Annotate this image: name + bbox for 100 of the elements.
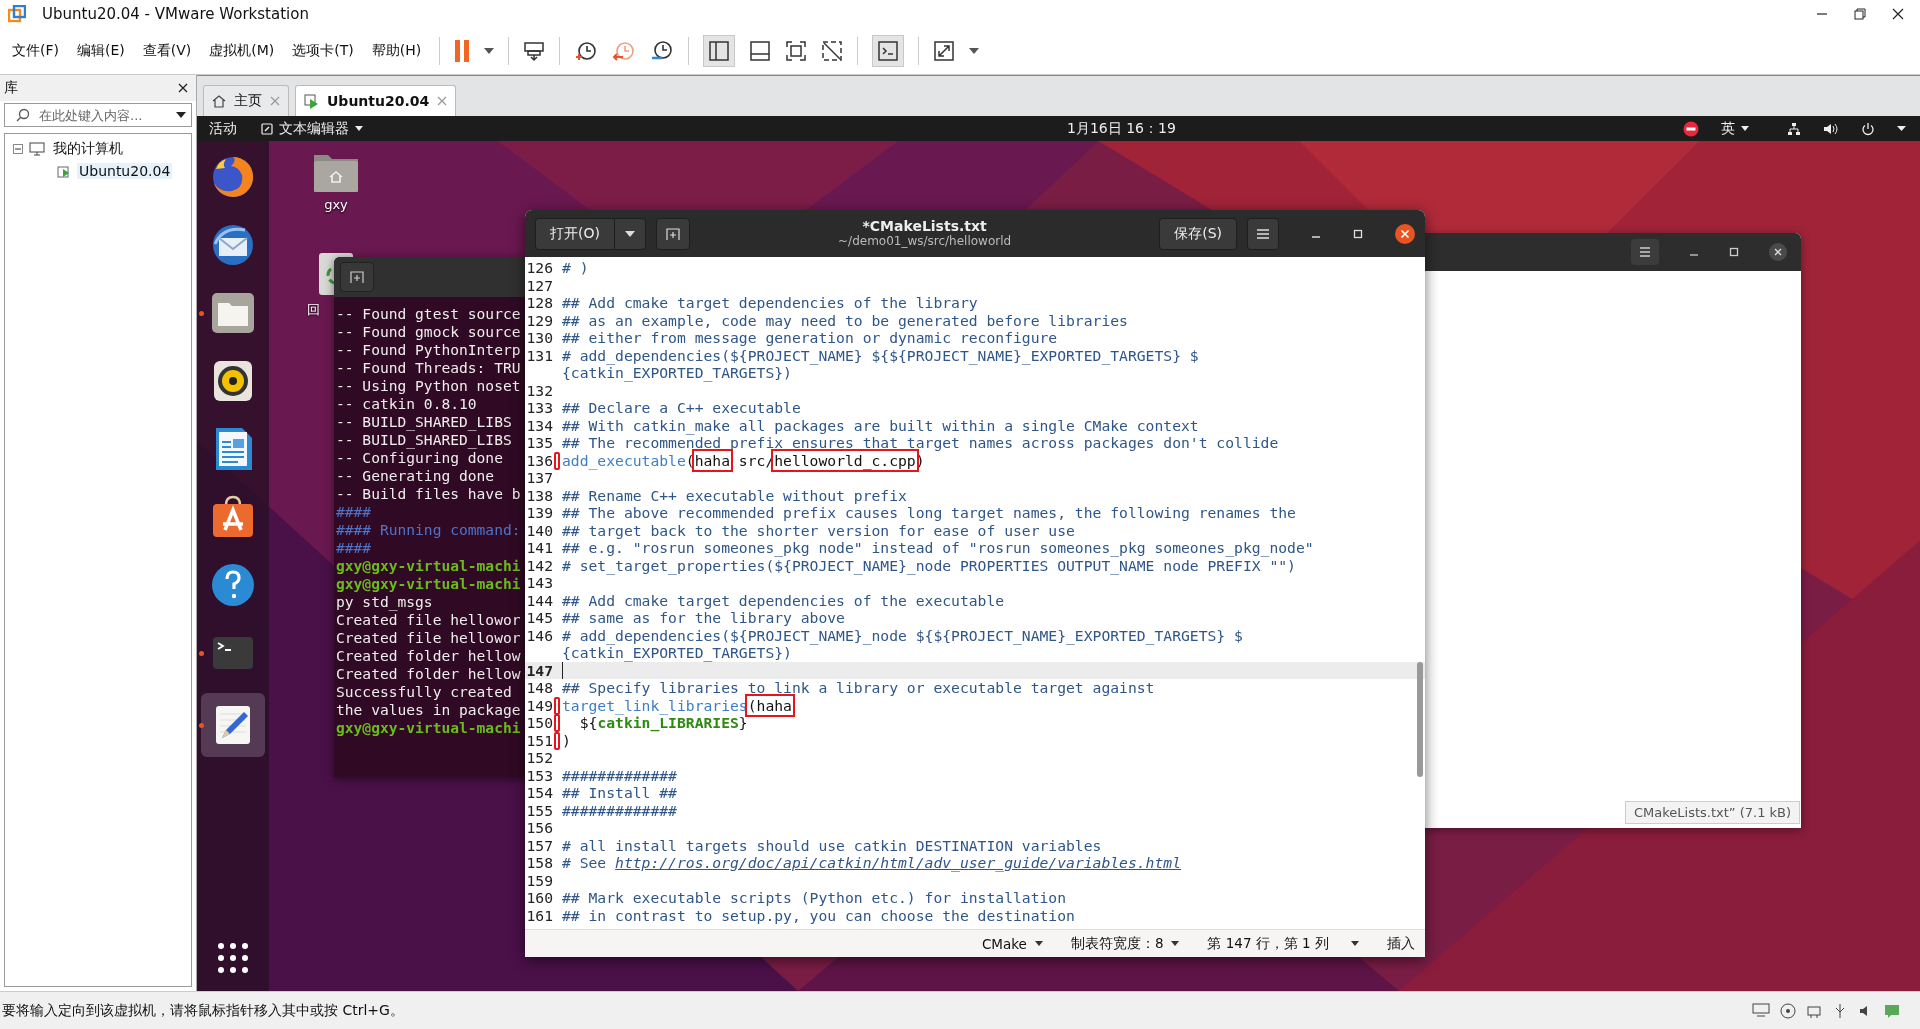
caret-icon: [1171, 941, 1180, 946]
code-line: add_executable(haha src/helloworld_c.cpp): [561, 451, 925, 469]
code-line: # ): [561, 259, 589, 277]
caret-icon: [625, 230, 635, 237]
menu-item[interactable]: 查看(V): [142, 42, 192, 60]
full-screen-icon[interactable]: [785, 40, 808, 62]
line-number: 139: [525, 504, 554, 522]
input-method-menu[interactable]: 英: [1721, 119, 1749, 138]
line-number: 130: [525, 329, 554, 347]
close-icon[interactable]: [1892, 8, 1904, 20]
text-editor-icon: [261, 122, 273, 135]
tab[interactable]: Ubuntu20.04: [295, 85, 457, 116]
pause-icon[interactable]: [454, 39, 471, 63]
volume-icon[interactable]: [1823, 121, 1839, 136]
clock[interactable]: 1月16日 16：19: [1067, 119, 1176, 138]
document-title: *CMakeLists.txt: [862, 218, 987, 234]
terminal-line: #### Running command:: [336, 521, 521, 539]
menu-item[interactable]: 编辑(E): [77, 42, 125, 60]
disc-icon[interactable]: [1780, 1002, 1796, 1019]
caret-icon[interactable]: [484, 48, 495, 54]
line-number: 133: [525, 399, 554, 417]
line-number: 127: [525, 276, 554, 294]
code-line: # See http://ros.org/doc/api/catkin/html/adv_user_guide/variables.html: [561, 854, 1181, 872]
close-icon[interactable]: [1769, 243, 1787, 261]
unity-icon[interactable]: [821, 40, 844, 62]
terminal-line: Created folder hellow: [336, 647, 521, 665]
line-number: 134: [525, 416, 554, 434]
activities-button[interactable]: 活动: [209, 119, 237, 138]
terminal-line: gxy@gxy-virtual-machi: [336, 719, 521, 737]
menu-item[interactable]: 选项卡(T): [292, 42, 354, 60]
tree-item[interactable]: Ubuntu20.04: [77, 163, 173, 179]
terminal-line: -- Found gtest source: [336, 305, 521, 323]
menu-item[interactable]: 帮助(H): [371, 42, 422, 60]
terminal-line: -- Build files have b: [336, 485, 521, 503]
dropdown-button[interactable]: [615, 217, 646, 250]
virtual-machine-icon: [57, 164, 71, 178]
line-number: 137: [525, 469, 554, 487]
menu-icon: [1256, 227, 1270, 240]
search-field[interactable]: 在此处键入内容...: [4, 103, 192, 127]
network-icon[interactable]: [1787, 121, 1801, 136]
new-document-button[interactable]: [656, 217, 690, 250]
tree-item[interactable]: 我的计算机: [51, 140, 125, 158]
terminal-line: ####: [336, 503, 372, 521]
tab-width-menu[interactable]: 制表符宽度：8: [1070, 934, 1180, 953]
terminal-line: -- Generating done: [336, 467, 495, 485]
app-menu[interactable]: 文本编辑器: [261, 119, 363, 138]
line-number: 131: [525, 346, 554, 366]
save-button[interactable]: 保存(S): [1159, 217, 1237, 250]
maximize-icon[interactable]: [1353, 228, 1363, 239]
line-number: 147: [525, 661, 554, 679]
scrollbar[interactable]: [1417, 662, 1423, 777]
line-number: 157: [525, 836, 554, 854]
stretch-icon[interactable]: [933, 40, 956, 62]
power-icon[interactable]: [1861, 121, 1875, 136]
caret-icon[interactable]: [969, 48, 980, 54]
open-button[interactable]: 打开(O): [535, 217, 615, 250]
message-icon[interactable]: [1884, 1002, 1900, 1019]
sidebar-layout-icon[interactable]: [708, 40, 731, 62]
menu-icon[interactable]: [1631, 239, 1659, 265]
new-tab-icon: [349, 270, 365, 284]
close-icon[interactable]: [1395, 223, 1415, 244]
code-line: target_link_libraries(haha: [561, 696, 792, 714]
terminal-line: Successfully created: [336, 683, 512, 701]
cursor-position-menu[interactable]: 第 147 行，第 1 列: [1207, 934, 1359, 953]
text-editor-icon[interactable]: [201, 693, 265, 757]
caret-icon: [1741, 126, 1749, 131]
line-number: 146: [525, 626, 554, 646]
restore-icon[interactable]: [1854, 8, 1866, 20]
dropdown-caret-icon[interactable]: [176, 112, 186, 118]
caret-icon[interactable]: [1897, 126, 1906, 131]
line-number: 135: [525, 434, 554, 452]
line-number: 149: [525, 696, 554, 714]
snapshot-icon[interactable]: [574, 39, 599, 63]
language-menu[interactable]: CMake: [981, 935, 1043, 952]
menu-button[interactable]: [1247, 217, 1279, 250]
code-line: ## as an example, code may need to be generated before libraries: [561, 311, 1128, 329]
line-number: 156: [525, 819, 554, 837]
code-line: ## The recommended prefix ensures that target names across packages don't collide: [561, 434, 1279, 452]
menu-item[interactable]: 虚拟机(M): [209, 42, 275, 60]
code-line: # all install targets should use catkin DESTINATION variables: [561, 836, 1102, 854]
code-line: #############: [561, 801, 677, 819]
collapse-icon[interactable]: [13, 144, 23, 154]
tab[interactable]: 主页: [203, 85, 289, 116]
code-line: ## Declare a C++ executable: [561, 399, 801, 417]
maximize-icon[interactable]: [1729, 247, 1739, 257]
line-number: 145: [525, 609, 554, 627]
close-icon[interactable]: [178, 83, 188, 93]
menu-item[interactable]: 文件(F): [12, 42, 59, 60]
bottom-panel-icon[interactable]: [749, 40, 772, 62]
console-icon[interactable]: [877, 40, 900, 62]
code-line: # add_dependencies(${PROJECT_NAME}_node ${${PROJECT_NAME}_EXPORTED_TARGETS} $ {catkin_EXPORTED_TARGETS}): [561, 626, 1243, 662]
keyboard-send-icon[interactable]: [523, 40, 546, 62]
new-tab-button[interactable]: [340, 262, 374, 292]
line-number: 151: [525, 731, 554, 749]
no-entry-icon[interactable]: [1683, 120, 1699, 137]
code-line: ## target back to the shorter version for ease of user use: [561, 521, 1075, 539]
app-grid-icon[interactable]: [218, 943, 248, 973]
insert-mode-label: 插入: [1387, 934, 1415, 953]
caret-icon: [1351, 941, 1359, 946]
revert-snapshot-icon[interactable]: [612, 39, 637, 63]
